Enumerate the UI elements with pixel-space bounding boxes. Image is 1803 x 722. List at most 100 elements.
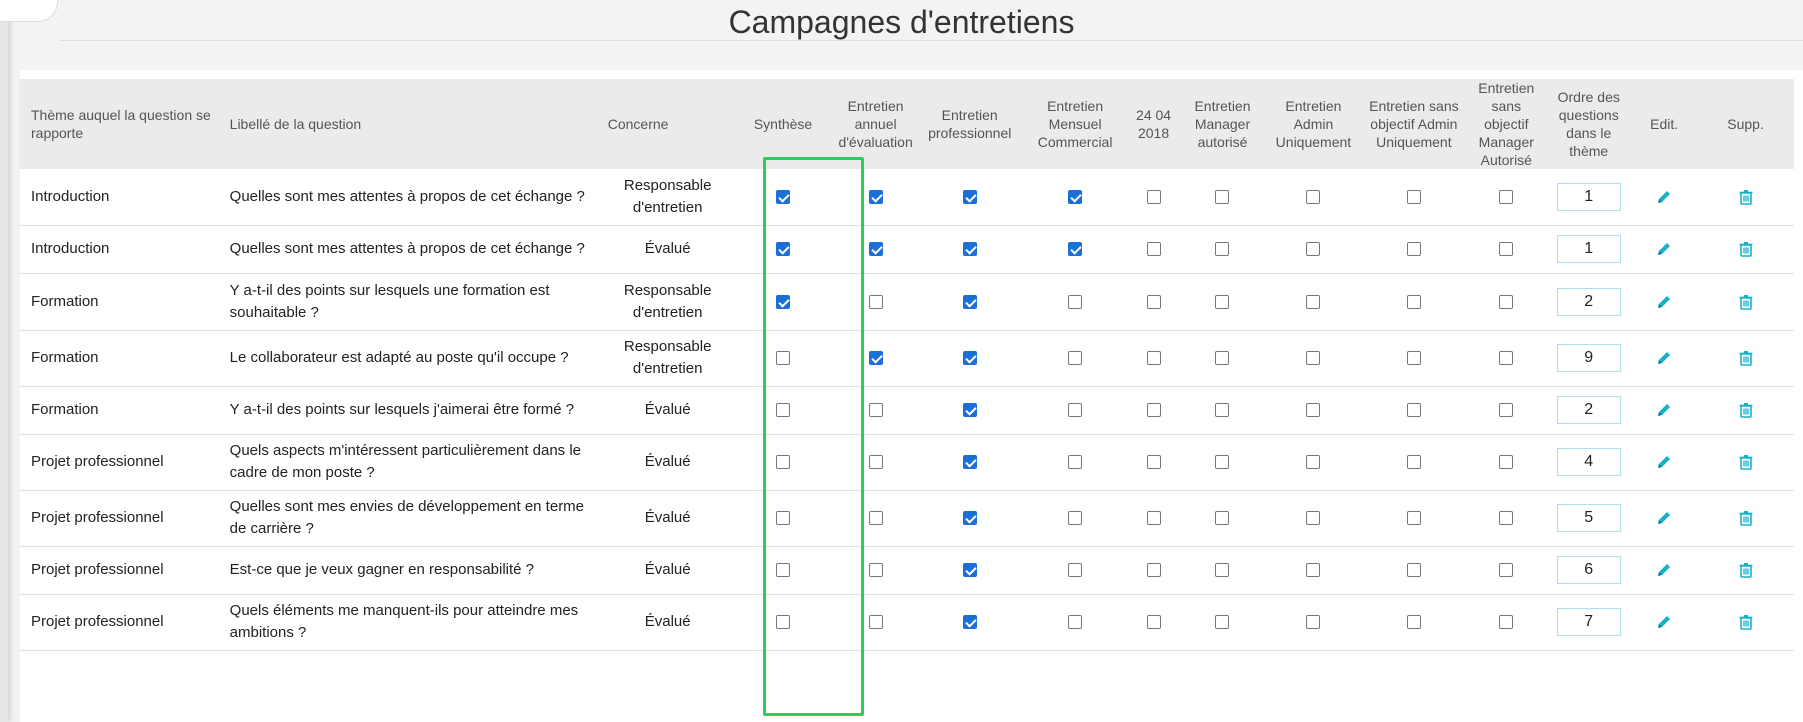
interview-type-checkbox[interactable] xyxy=(1306,294,1321,309)
interview-type-checkbox[interactable] xyxy=(1146,563,1161,578)
interview-type-checkbox[interactable] xyxy=(962,351,977,366)
interview-type-checkbox[interactable] xyxy=(1306,403,1321,418)
interview-type-checkbox[interactable] xyxy=(1068,403,1083,418)
interview-type-checkbox[interactable] xyxy=(1068,242,1083,257)
interview-type-checkbox[interactable] xyxy=(1215,242,1230,257)
trash-icon[interactable] xyxy=(1737,401,1755,419)
interview-type-checkbox[interactable] xyxy=(1146,615,1161,630)
interview-type-checkbox[interactable] xyxy=(1215,615,1230,630)
interview-type-checkbox[interactable] xyxy=(868,351,883,366)
interview-type-checkbox[interactable] xyxy=(1306,511,1321,526)
interview-type-checkbox[interactable] xyxy=(962,294,977,309)
interview-type-checkbox[interactable] xyxy=(868,511,883,526)
interview-type-checkbox[interactable] xyxy=(1306,615,1321,630)
interview-type-checkbox[interactable] xyxy=(962,563,977,578)
interview-type-checkbox[interactable] xyxy=(776,294,791,309)
interview-type-checkbox[interactable] xyxy=(868,455,883,470)
interview-type-checkbox[interactable] xyxy=(776,455,791,470)
interview-type-checkbox[interactable] xyxy=(1499,403,1514,418)
interview-type-checkbox[interactable] xyxy=(1146,403,1161,418)
interview-type-checkbox[interactable] xyxy=(1406,403,1421,418)
interview-type-checkbox[interactable] xyxy=(1406,455,1421,470)
pencil-icon[interactable] xyxy=(1655,509,1673,527)
interview-type-checkbox[interactable] xyxy=(1406,294,1421,309)
interview-type-checkbox[interactable] xyxy=(962,242,977,257)
interview-type-checkbox[interactable] xyxy=(962,189,977,204)
interview-type-checkbox[interactable] xyxy=(1499,615,1514,630)
interview-type-checkbox[interactable] xyxy=(1068,294,1083,309)
interview-type-checkbox[interactable] xyxy=(868,615,883,630)
trash-icon[interactable] xyxy=(1737,188,1755,206)
interview-type-checkbox[interactable] xyxy=(1068,511,1083,526)
interview-type-checkbox[interactable] xyxy=(868,403,883,418)
order-input[interactable] xyxy=(1556,344,1621,372)
interview-type-checkbox[interactable] xyxy=(962,455,977,470)
interview-type-checkbox[interactable] xyxy=(776,511,791,526)
order-input[interactable] xyxy=(1556,287,1621,316)
interview-type-checkbox[interactable] xyxy=(1406,242,1421,257)
order-input[interactable] xyxy=(1556,448,1621,476)
interview-type-checkbox[interactable] xyxy=(1068,563,1083,578)
interview-type-checkbox[interactable] xyxy=(1068,455,1083,470)
interview-type-checkbox[interactable] xyxy=(1215,455,1230,470)
interview-type-checkbox[interactable] xyxy=(1499,242,1514,257)
interview-type-checkbox[interactable] xyxy=(776,242,791,257)
trash-icon[interactable] xyxy=(1737,613,1755,631)
interview-type-checkbox[interactable] xyxy=(868,563,883,578)
interview-type-checkbox[interactable] xyxy=(1406,615,1421,630)
interview-type-checkbox[interactable] xyxy=(1146,351,1161,366)
trash-icon[interactable] xyxy=(1737,240,1755,258)
interview-type-checkbox[interactable] xyxy=(1406,511,1421,526)
interview-type-checkbox[interactable] xyxy=(1215,189,1230,204)
interview-type-checkbox[interactable] xyxy=(1215,563,1230,578)
interview-type-checkbox[interactable] xyxy=(1499,511,1514,526)
interview-type-checkbox[interactable] xyxy=(1146,242,1161,257)
interview-type-checkbox[interactable] xyxy=(776,563,791,578)
interview-type-checkbox[interactable] xyxy=(1068,351,1083,366)
interview-type-checkbox[interactable] xyxy=(962,511,977,526)
pencil-icon[interactable] xyxy=(1655,401,1673,419)
interview-type-checkbox[interactable] xyxy=(1306,455,1321,470)
interview-type-checkbox[interactable] xyxy=(868,189,883,204)
interview-type-checkbox[interactable] xyxy=(1406,351,1421,366)
order-input[interactable] xyxy=(1556,556,1621,584)
interview-type-checkbox[interactable] xyxy=(1499,189,1514,204)
interview-type-checkbox[interactable] xyxy=(1068,615,1083,630)
order-input[interactable] xyxy=(1556,182,1621,211)
interview-type-checkbox[interactable] xyxy=(868,294,883,309)
interview-type-checkbox[interactable] xyxy=(1068,189,1083,204)
interview-type-checkbox[interactable] xyxy=(776,351,791,366)
order-input[interactable] xyxy=(1556,504,1621,532)
interview-type-checkbox[interactable] xyxy=(1215,511,1230,526)
interview-type-checkbox[interactable] xyxy=(776,403,791,418)
pencil-icon[interactable] xyxy=(1655,188,1673,206)
pencil-icon[interactable] xyxy=(1655,293,1673,311)
interview-type-checkbox[interactable] xyxy=(1499,563,1514,578)
pencil-icon[interactable] xyxy=(1655,613,1673,631)
interview-type-checkbox[interactable] xyxy=(868,242,883,257)
interview-type-checkbox[interactable] xyxy=(1306,242,1321,257)
interview-type-checkbox[interactable] xyxy=(1215,351,1230,366)
interview-type-checkbox[interactable] xyxy=(1215,294,1230,309)
trash-icon[interactable] xyxy=(1737,349,1755,367)
order-input[interactable] xyxy=(1556,396,1621,424)
interview-type-checkbox[interactable] xyxy=(1146,189,1161,204)
interview-type-checkbox[interactable] xyxy=(962,403,977,418)
trash-icon[interactable] xyxy=(1737,453,1755,471)
interview-type-checkbox[interactable] xyxy=(1499,351,1514,366)
order-input[interactable] xyxy=(1556,608,1621,636)
interview-type-checkbox[interactable] xyxy=(776,189,791,204)
pencil-icon[interactable] xyxy=(1655,561,1673,579)
interview-type-checkbox[interactable] xyxy=(1306,189,1321,204)
pencil-icon[interactable] xyxy=(1655,240,1673,258)
interview-type-checkbox[interactable] xyxy=(1499,455,1514,470)
interview-type-checkbox[interactable] xyxy=(1146,511,1161,526)
interview-type-checkbox[interactable] xyxy=(1499,294,1514,309)
order-input[interactable] xyxy=(1556,235,1621,263)
interview-type-checkbox[interactable] xyxy=(1306,563,1321,578)
pencil-icon[interactable] xyxy=(1655,453,1673,471)
interview-type-checkbox[interactable] xyxy=(1215,403,1230,418)
interview-type-checkbox[interactable] xyxy=(1146,294,1161,309)
interview-type-checkbox[interactable] xyxy=(1146,455,1161,470)
trash-icon[interactable] xyxy=(1737,561,1755,579)
